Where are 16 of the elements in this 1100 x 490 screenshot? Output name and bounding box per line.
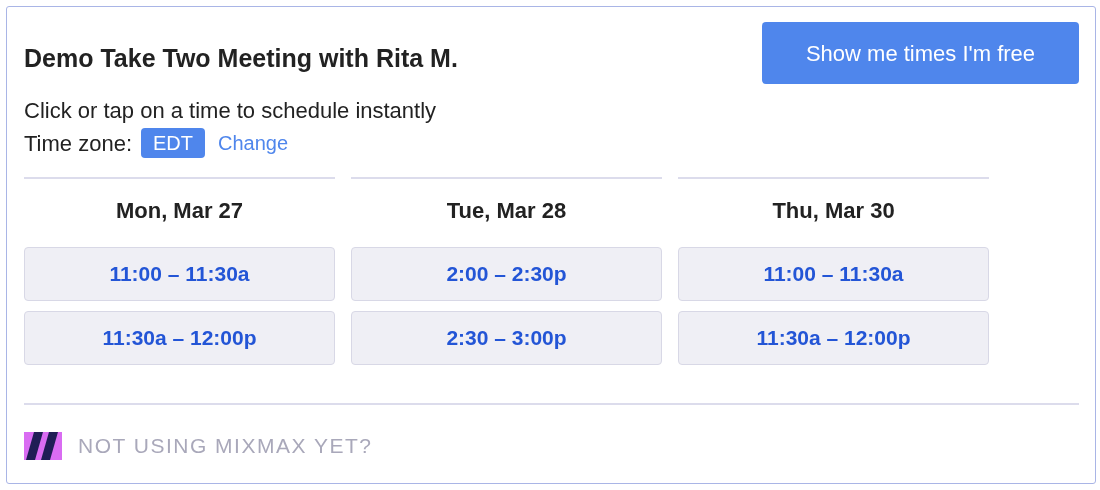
time-zone-badge: EDT xyxy=(141,128,205,158)
instructions-text: Click or tap on a time to schedule instantly xyxy=(24,97,438,125)
change-link[interactable]: Change xyxy=(218,128,289,158)
show-free-times-button[interactable]: Show me times I'm free xyxy=(762,22,1079,84)
time-slot-button[interactable]: 2:00 – 2:30p xyxy=(351,247,662,301)
time-slot-button[interactable]: 11:00 – 11:30a xyxy=(24,247,335,301)
day-heading: Mon, Mar 27 xyxy=(114,197,245,225)
time-slot-button[interactable]: 2:30 – 3:00p xyxy=(351,311,662,365)
time-zone-label: Time zone: xyxy=(24,129,132,158)
day-heading: Tue, Mar 28 xyxy=(445,197,568,225)
time-slot-button[interactable]: 11:30a – 12:00p xyxy=(24,311,335,365)
meeting-title: Demo Take Two Meeting with Rita M. xyxy=(24,43,458,74)
logo-icon xyxy=(24,431,62,460)
time-slot-button[interactable]: 11:00 – 11:30a xyxy=(678,247,989,301)
time-slot-button[interactable]: 11:30a – 12:00p xyxy=(678,311,989,365)
day-heading: Thu, Mar 30 xyxy=(771,197,896,225)
